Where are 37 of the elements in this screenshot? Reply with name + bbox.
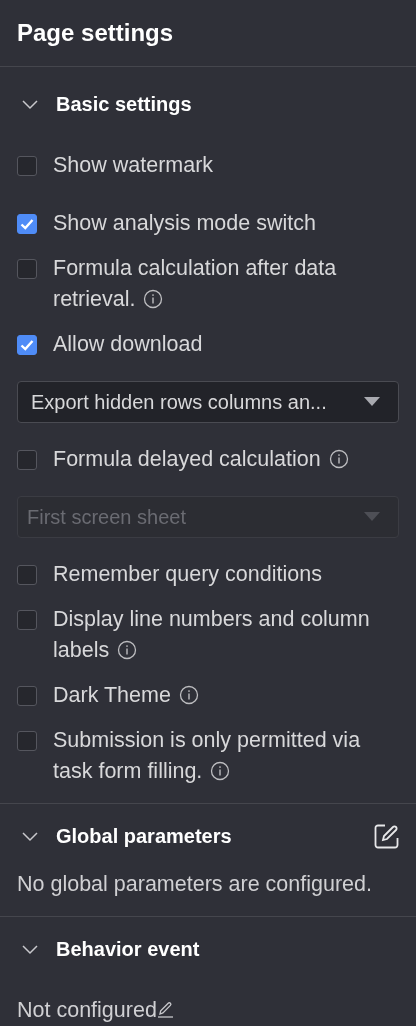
info-icon[interactable] (210, 761, 231, 781)
checkbox-label: Allow download (53, 331, 203, 358)
empty-message: No global parameters are configured. (17, 872, 372, 896)
checkbox[interactable] (17, 730, 37, 751)
checkbox-label: Show analysis mode switch (53, 210, 316, 237)
checkbox[interactable] (17, 155, 37, 176)
checkbox[interactable] (17, 334, 37, 355)
checkbox-label: Formula delayed calculation (53, 444, 349, 475)
info-icon[interactable] (117, 640, 138, 660)
info-icon[interactable] (178, 685, 199, 705)
checkbox-label: Show watermark (53, 152, 214, 179)
section-title[interactable]: Basic settings (56, 93, 399, 116)
checkbox-label: Remember query conditions (53, 561, 322, 588)
empty-message: Not configured (17, 998, 157, 1022)
checkbox-label: Dark Theme (53, 680, 199, 711)
checkbox[interactable] (17, 449, 37, 470)
caret-icon (364, 397, 380, 407)
panel-title: Page settings (16, 18, 175, 48)
chevron-icon[interactable] (22, 944, 38, 955)
info-icon[interactable] (143, 289, 164, 309)
section-title[interactable]: Behavior event (56, 938, 399, 961)
info-icon[interactable] (328, 449, 349, 469)
checkbox-label: Formula calculation after data retrieval. (53, 255, 338, 313)
section-title[interactable]: Global parameters (56, 825, 374, 848)
edit-icon[interactable] (374, 824, 399, 849)
checkbox[interactable] (17, 609, 37, 630)
chevron-icon[interactable] (22, 831, 38, 842)
caret-icon (364, 512, 380, 522)
checkbox[interactable] (17, 685, 37, 706)
checkbox-label: Submission is only permitted via task form filling. (53, 727, 362, 785)
chevron-icon[interactable] (22, 99, 38, 110)
checkbox[interactable] (17, 258, 37, 279)
dropdown[interactable]: Export hidden rows columns an... (17, 381, 399, 423)
pencil-icon[interactable] (156, 1001, 174, 1018)
checkbox-label: Display line numbers and column labels (53, 606, 371, 664)
checkbox[interactable] (17, 564, 37, 585)
checkbox[interactable] (17, 213, 37, 234)
